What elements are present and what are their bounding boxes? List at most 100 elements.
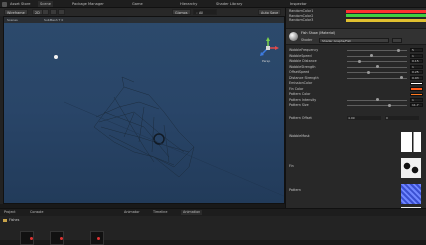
folder-name[interactable]: Fishes [9,218,19,222]
scene-toolbar: Wireframe 2D Gizmos ⌕ All Scenes Auto Sa… [0,8,285,16]
texture-pattern-row[interactable]: Pattern [289,182,424,208]
tab-console[interactable]: Console [30,210,43,215]
property-label: Pattern Color [289,92,311,96]
property-slider[interactable] [347,65,407,69]
slider-knob[interactable] [396,48,400,52]
inspector-row[interactable]: Distance Strength 0.93 [289,76,424,81]
folder-icon [3,219,7,222]
orientation-gizmo[interactable]: Persp [256,37,280,67]
material-sphere-icon [289,32,298,41]
shading-mode-dropdown[interactable]: Wireframe [4,9,28,15]
property-value-field[interactable]: 0.15 [410,59,423,64]
pattern-offset-row[interactable]: Pattern Offset 4.99 0 [289,116,424,121]
shader-label: Shader [301,38,313,42]
slider-knob[interactable] [375,98,379,102]
texture-fin-row[interactable]: Fin [289,156,424,182]
scene-viewport[interactable]: Scenes SubMesh T 0 Persp [3,16,285,204]
inspector-row[interactable]: WobbleFrequency 5 [289,48,424,53]
tab-animation[interactable]: Animation [181,210,203,215]
edit-button[interactable] [392,37,402,43]
property-slider[interactable] [347,103,407,107]
color-swatch[interactable] [346,18,426,22]
bottom-panel: Project Console Animator Timeline Animat… [0,208,426,245]
color-swatch[interactable] [346,9,426,13]
inspector-row-random3[interactable]: RandomColor3 [289,18,426,23]
color-swatch[interactable] [346,14,426,18]
property-slider[interactable] [347,76,407,80]
lighting-toggle[interactable] [42,9,49,15]
property-slider[interactable] [347,48,407,52]
search-value: All [198,11,204,15]
menu-icon[interactable] [2,1,7,7]
persp-label[interactable]: Persp [262,59,270,63]
property-label: Distance Strength [289,75,319,80]
tab-asset-store[interactable]: Asset Store [10,1,30,7]
property-value-field[interactable]: 1 [410,64,423,69]
property-label: WobbleStrength [289,64,316,69]
tab-shader-library[interactable]: Shader Library [216,1,242,7]
property-label: WobbleSpeed [289,53,312,58]
inspector-tab[interactable]: Inspector [290,1,307,7]
search-field[interactable]: ⌕ All [193,9,217,15]
property-label: OffsetSpeed [289,70,310,74]
slider-knob[interactable] [369,54,373,58]
inspector-row[interactable]: Pattern Color [289,92,424,97]
audio-toggle[interactable] [50,9,57,15]
inspector-row[interactable]: Wobble Distance 0.15 [289,59,424,64]
color-field[interactable] [410,92,423,96]
inspector-row[interactable]: OffsetSpeed 0.25 [289,70,424,75]
property-value-field[interactable]: 1 [410,53,423,58]
tab-package-manager[interactable]: Package Manager [72,1,104,7]
material-header[interactable]: Fish Shaw (Material) Shader Shader Graph… [286,28,426,45]
tab-animator[interactable]: Animator [124,210,140,215]
property-value-field[interactable]: 0.93 [410,75,423,80]
slider-knob[interactable] [366,70,370,74]
color-field[interactable] [410,81,423,85]
inspector-row[interactable]: WobbleStrength 1 [289,65,424,70]
inspector-row[interactable]: WobbleSpeed 1 [289,54,424,59]
wireframe-fish [54,55,284,197]
property-value-field[interactable]: 0.25 [410,70,423,75]
tab-timeline[interactable]: Timeline [153,210,167,215]
texture-thumb-pattern[interactable] [401,184,421,204]
property-label: Pattern Size [289,103,309,107]
shader-dropdown[interactable]: Shader Graphs/Fish [319,37,389,43]
slider-knob[interactable] [387,103,391,107]
property-label: Fin Color [289,86,304,91]
texture-thumb-fin[interactable] [401,158,421,178]
tab-project[interactable]: Project [4,210,16,215]
property-slider[interactable] [347,54,407,58]
slider-knob[interactable] [357,59,361,63]
texture-label: Fin [289,164,294,168]
offset-x-field[interactable]: 4.99 [347,116,381,121]
inspector-row[interactable]: Pattern Size 11.7 [289,103,424,108]
property-label: WobbleFrequency [289,48,319,52]
inspector-row[interactable]: Pattern Intensity 1 [289,98,424,103]
offset-y-field[interactable]: 0 [385,116,419,121]
inspector-row[interactable]: EmissionColor [289,81,424,86]
texture-label: Pattern [289,188,301,192]
property-label: Pattern Intensity [289,97,317,102]
inspector-panel: RandomColor1 RandomColor2 RandomColor3 F… [285,8,426,213]
slider-knob[interactable] [399,76,403,80]
gizmos-dropdown[interactable]: Gizmos [172,9,191,15]
property-value-field[interactable]: 11.7 [410,103,423,108]
tab-scene[interactable]: Scene [38,1,53,7]
inspector-row[interactable]: Fin Color [289,87,424,92]
property-value-field[interactable]: 1 [410,97,423,102]
tab-hierarchy[interactable]: Hierarchy [180,1,197,7]
tab-game[interactable]: Game [132,1,143,7]
texture-thumb-wobblemask[interactable] [401,132,421,152]
effects-toggle[interactable] [58,9,65,15]
bottom-tab-bar: Project Console Animator Timeline Animat… [0,209,426,216]
property-slider[interactable] [347,59,407,63]
slider-knob[interactable] [375,65,379,69]
property-value-field[interactable]: 5 [410,48,423,53]
top-tab-bar: Asset Store Scene Package Manager Game H… [0,0,426,8]
property-slider[interactable] [347,98,407,102]
property-slider[interactable] [347,70,407,74]
material-name: Fish Shaw (Material) [301,31,336,35]
auto-save-toggle[interactable]: Auto Save [258,9,282,15]
texture-wobblemask-row[interactable]: WobbleMask [289,130,424,156]
color-field[interactable] [410,87,423,91]
